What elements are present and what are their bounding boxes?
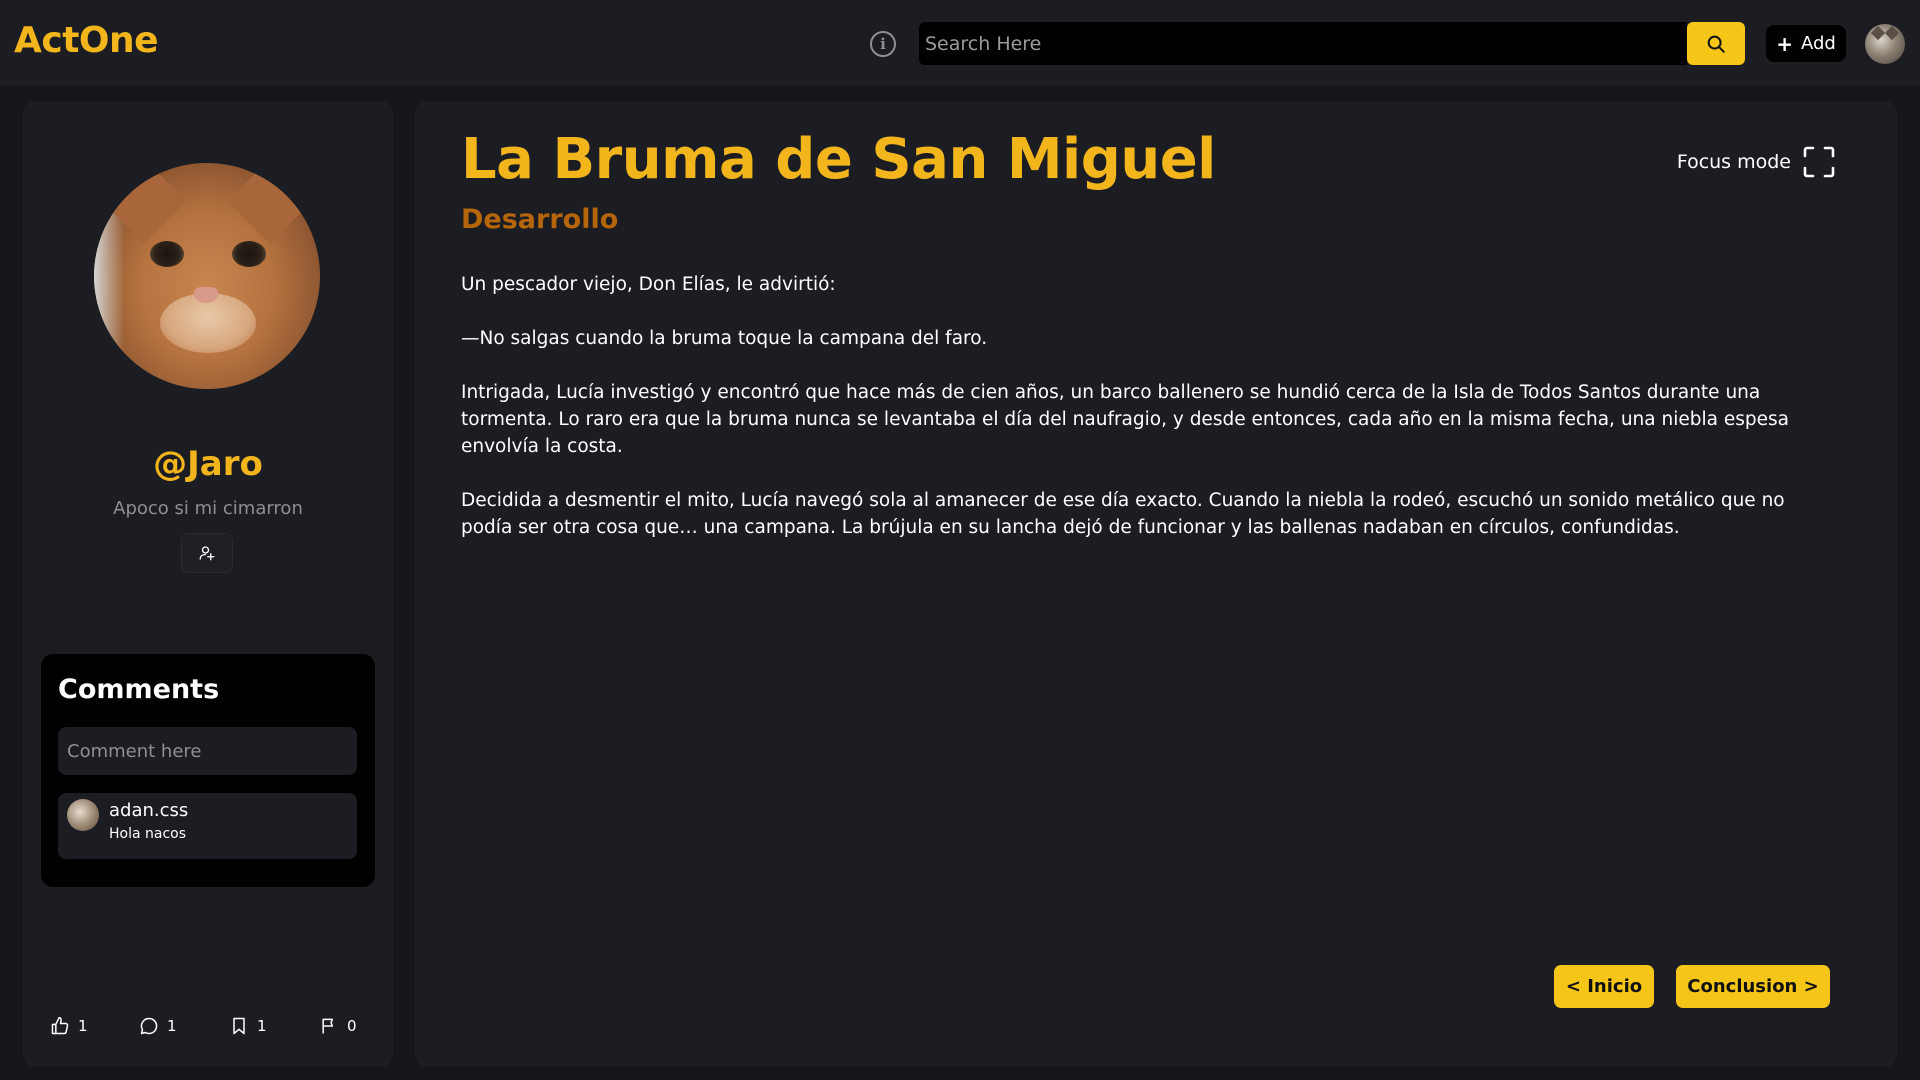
thumbs-up-icon [51,1016,69,1035]
flag-count: 0 [347,1017,357,1035]
search-input[interactable] [919,22,1687,65]
story-body: Un pescador viejo, Don Elías, le advirti… [461,271,1791,568]
fullscreen-icon [1803,146,1835,178]
story-stats: 1 1 1 0 [23,1011,393,1041]
search-button[interactable] [1687,22,1745,65]
bookmark-count: 1 [257,1017,267,1035]
cat-eye [150,241,184,267]
chapter-title: Desarrollo [461,204,619,235]
comment-count: 1 [167,1017,177,1035]
story-panel: La Bruma de San Miguel Desarrollo Focus … [415,101,1897,1067]
flag-icon [322,1018,334,1034]
app-logo[interactable]: ActOne [14,20,159,61]
avatar-ear-shape [1870,25,1886,41]
comments-panel: Comments adan.css Hola nacos [41,654,375,887]
bookmark-icon [233,1017,245,1035]
comment-item[interactable]: adan.css Hola nacos [58,793,357,859]
add-button[interactable]: + Add [1766,25,1846,62]
comment-text: Hola nacos [109,826,187,842]
top-bar: ActOne i + Add [0,0,1920,86]
story-paragraph: Decidida a desmentir el mito, Lucía nave… [461,490,1785,538]
profile-avatar[interactable] [94,163,320,389]
follow-button[interactable] [181,533,233,573]
comments-title: Comments [58,674,220,705]
cat-nose [194,287,218,303]
profile-sidebar: @Jaro Apoco si mi cimarron Comments adan… [23,101,393,1067]
avatar-ear-shape [1884,25,1900,41]
comment-count-button[interactable]: 1 [139,1011,177,1041]
focus-mode-label: Focus mode [1676,151,1791,173]
add-button-label: Add [1800,33,1836,54]
comment-icon [140,1017,158,1035]
user-avatar[interactable] [1865,24,1905,64]
like-count: 1 [78,1017,88,1035]
plus-icon: + [1776,31,1793,56]
cat-ear [227,163,313,244]
story-paragraph: Intrigada, Lucía investigó y encontró qu… [461,382,1789,457]
info-icon[interactable]: i [870,31,896,57]
cat-eye [232,241,266,267]
report-button[interactable]: 0 [319,1011,357,1041]
previous-chapter-button[interactable]: < Inicio [1554,965,1654,1008]
comment-input[interactable] [58,727,357,775]
profile-bio: Apoco si mi cimarron [113,498,303,519]
add-user-icon [199,546,215,561]
next-chapter-button[interactable]: Conclusion > [1676,965,1830,1008]
profile-username: @Jaro [153,444,263,484]
focus-mode-button[interactable]: Focus mode [1677,146,1835,178]
story-paragraph: —No salgas cuando la bruma toque la camp… [461,328,988,349]
story-title: La Bruma de San Miguel [461,127,1216,192]
comment-username[interactable]: adan.css [109,800,188,821]
commenter-avatar[interactable] [67,799,99,831]
bookmark-button[interactable]: 1 [229,1011,267,1041]
like-button[interactable]: 1 [50,1011,88,1041]
search-icon [1707,35,1725,53]
story-paragraph: Un pescador viejo, Don Elías, le advirti… [461,274,836,295]
